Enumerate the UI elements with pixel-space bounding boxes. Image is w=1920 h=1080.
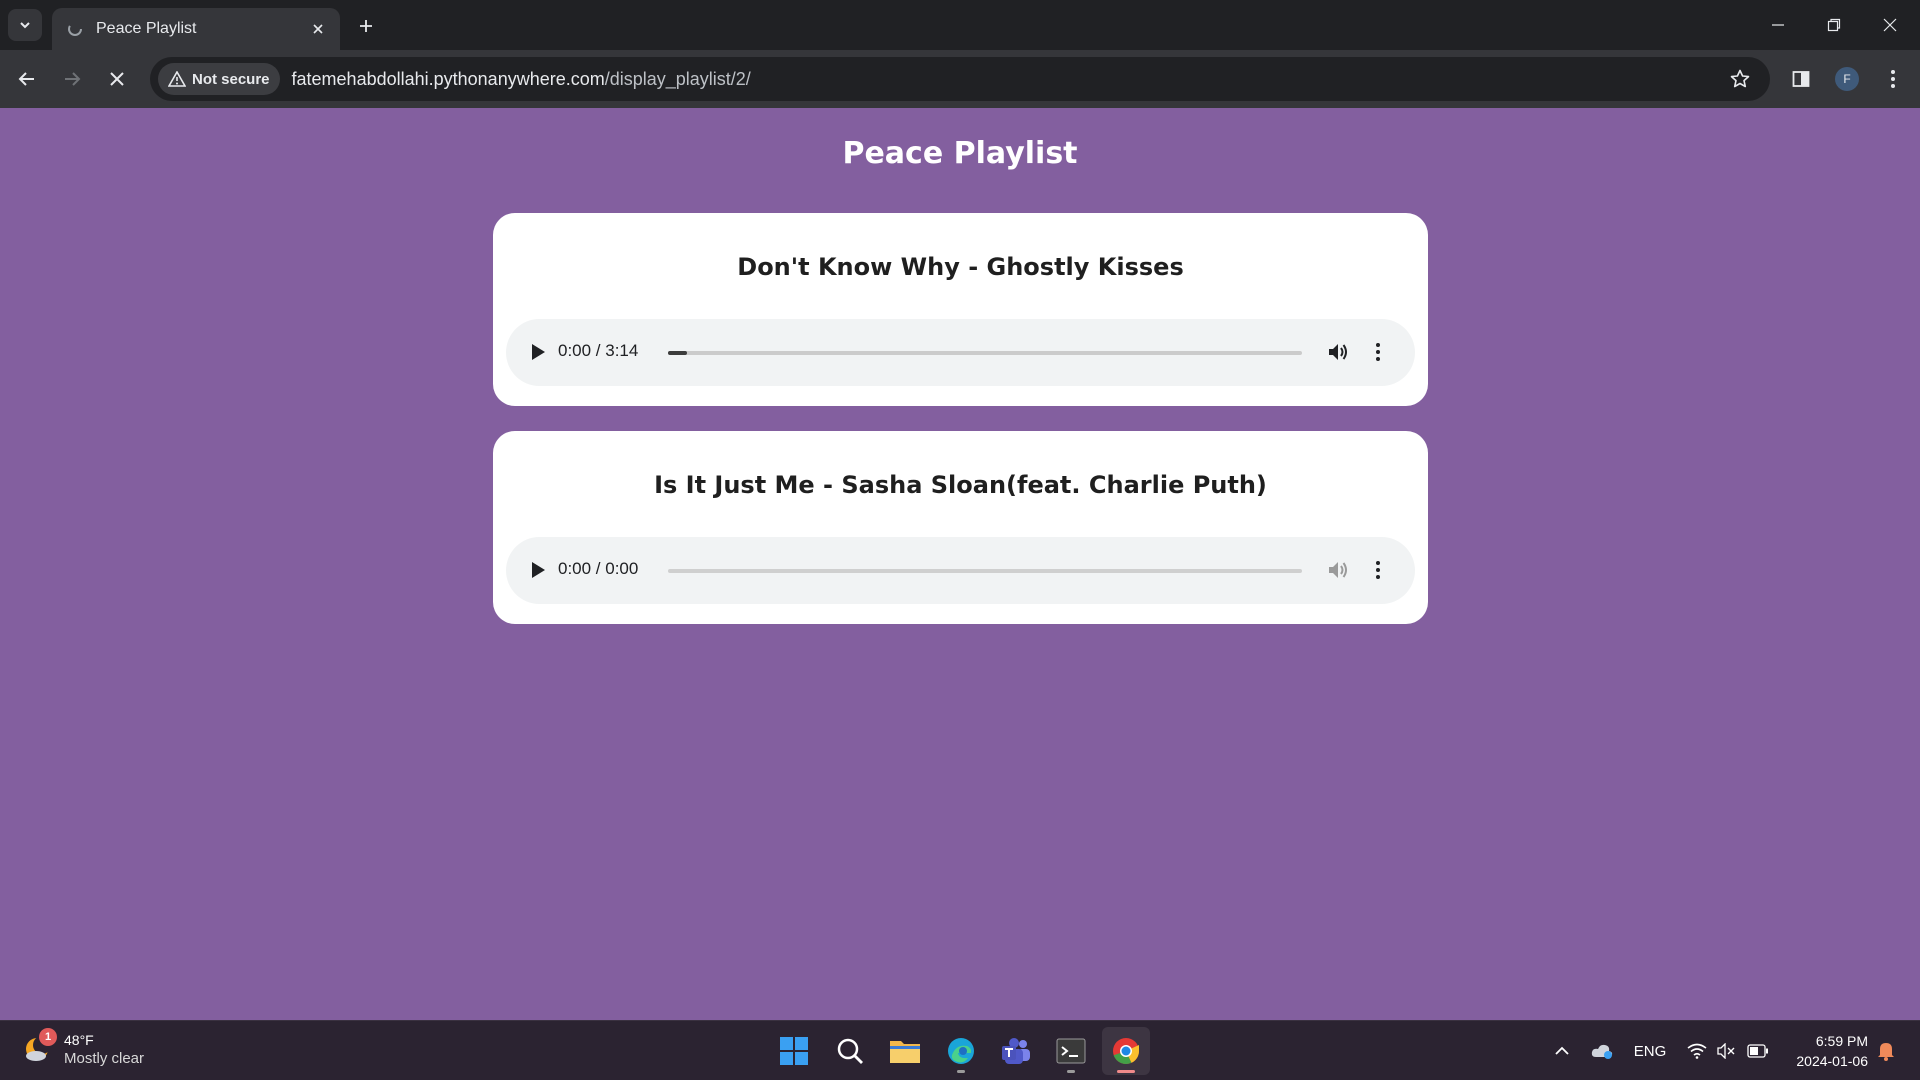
taskbar: 1 48°F Mostly clear ENG 6:59 PM 2024-01-… [0,1020,1920,1080]
seek-bar[interactable] [668,351,1302,355]
time-display: 0:00 / 3:14 [558,341,639,360]
page-title: Peace Playlist [842,136,1078,171]
play-icon [532,562,545,578]
chrome-icon [1113,1038,1139,1065]
weather-temp: 48°F [64,1032,94,1048]
wifi-icon[interactable] [1684,1039,1710,1063]
side-panel-icon[interactable] [1784,62,1818,96]
cloud-icon [1591,1044,1613,1059]
seek-bar[interactable] [668,569,1302,573]
stop-loading-button[interactable] [100,62,134,96]
close-tab-icon[interactable] [308,19,328,39]
bookmark-star-icon[interactable] [1728,67,1752,91]
song-card: Don't Know Why - Ghostly Kisses 0:00 / 3… [493,213,1428,406]
url-path: /display_playlist/2/ [604,68,751,89]
minimize-icon [1772,24,1784,26]
weather-badge: 1 [39,1028,57,1046]
security-label: Not secure [192,70,270,88]
chrome-button[interactable] [1102,1027,1150,1075]
edge-icon [948,1038,974,1064]
seek-progress [668,351,688,355]
kebab-menu-icon [1376,561,1380,579]
tab-strip: Peace Playlist [0,0,1920,50]
menu-button[interactable] [1876,62,1910,96]
weather-condition: Mostly clear [64,1050,145,1067]
clock-date: 2024-01-06 [1796,1053,1868,1069]
onedrive-tray-button[interactable] [1588,1039,1616,1063]
kebab-menu-icon [1376,343,1380,361]
site-info-button[interactable]: Not secure [158,63,280,95]
running-indicator [1067,1070,1075,1073]
plus-icon [360,20,372,32]
chevron-up-icon [1555,1046,1569,1055]
time-display: 0:00 / 0:00 [558,559,639,578]
minimize-button[interactable] [1750,0,1806,50]
volume-muted-icon[interactable] [1714,1039,1740,1063]
volume-button[interactable] [1325,557,1351,583]
song-card: Is It Just Me - Sasha Sloan(feat. Charli… [493,431,1428,624]
browser-toolbar: Not secure fatemehabdollahi.pythonanywhe… [0,50,1920,108]
profile-button[interactable]: F [1830,62,1864,96]
warning-icon [168,71,186,87]
kebab-menu-icon [1891,70,1895,88]
play-icon [532,344,545,360]
tab-active[interactable]: Peace Playlist [52,8,340,50]
running-indicator [957,1070,965,1073]
teams-icon [1002,1038,1030,1064]
file-explorer-button[interactable] [881,1027,929,1075]
loading-favicon-icon [66,20,84,38]
more-options-button[interactable] [1365,557,1391,583]
close-icon [110,72,124,86]
terminal-button[interactable] [1047,1027,1095,1075]
url-text[interactable]: fatemehabdollahi.pythonanywhere.com/disp… [292,69,751,90]
chevron-down-icon [20,22,30,29]
taskbar-search-button[interactable] [826,1027,874,1075]
tab-title: Peace Playlist [96,20,197,37]
edge-button[interactable] [937,1027,985,1075]
file-explorer-icon [890,1041,920,1063]
arrow-right-icon [65,72,81,86]
more-options-button[interactable] [1365,339,1391,365]
song-title: Don't Know Why - Ghostly Kisses [737,253,1184,281]
page-viewport: Peace Playlist Don't Know Why - Ghostly … [0,108,1920,1020]
close-icon [1883,18,1897,32]
url-host: fatemehabdollahi.pythonanywhere.com [291,68,605,89]
terminal-icon [1056,1038,1086,1064]
running-indicator [1117,1070,1135,1073]
audio-player: 0:00 / 0:00 [506,537,1415,604]
notification-bell-icon[interactable] [1874,1039,1898,1063]
battery-icon[interactable] [1744,1039,1772,1063]
avatar: F [1835,67,1859,91]
show-hidden-icons-button[interactable] [1550,1039,1574,1063]
back-button[interactable] [10,62,44,96]
forward-button[interactable] [55,62,89,96]
play-button[interactable] [526,340,550,364]
windows-start-icon [780,1037,808,1065]
audio-player: 0:00 / 3:14 [506,319,1415,386]
restore-button[interactable] [1806,0,1862,50]
volume-icon [1329,562,1347,578]
volume-icon [1329,344,1347,360]
arrow-left-icon [18,72,34,86]
start-button[interactable] [770,1027,818,1075]
new-tab-button[interactable] [352,12,380,40]
address-bar[interactable]: Not secure fatemehabdollahi.pythonanywhe… [150,57,1770,101]
volume-button[interactable] [1325,339,1351,365]
tab-search-button[interactable] [8,9,42,41]
restore-icon [1827,18,1841,32]
search-icon [837,1038,863,1064]
teams-button[interactable] [992,1027,1040,1075]
weather-moon-icon: 1 [22,1028,57,1066]
clock[interactable]: 6:59 PM 2024-01-06 [1780,1031,1868,1071]
language-indicator[interactable]: ENG [1630,1039,1670,1063]
song-title: Is It Just Me - Sasha Sloan(feat. Charli… [654,471,1267,499]
close-window-button[interactable] [1862,0,1918,50]
weather-widget[interactable]: 1 48°F Mostly clear [22,1028,145,1067]
clock-time: 6:59 PM [1815,1033,1868,1049]
play-button[interactable] [526,558,550,582]
